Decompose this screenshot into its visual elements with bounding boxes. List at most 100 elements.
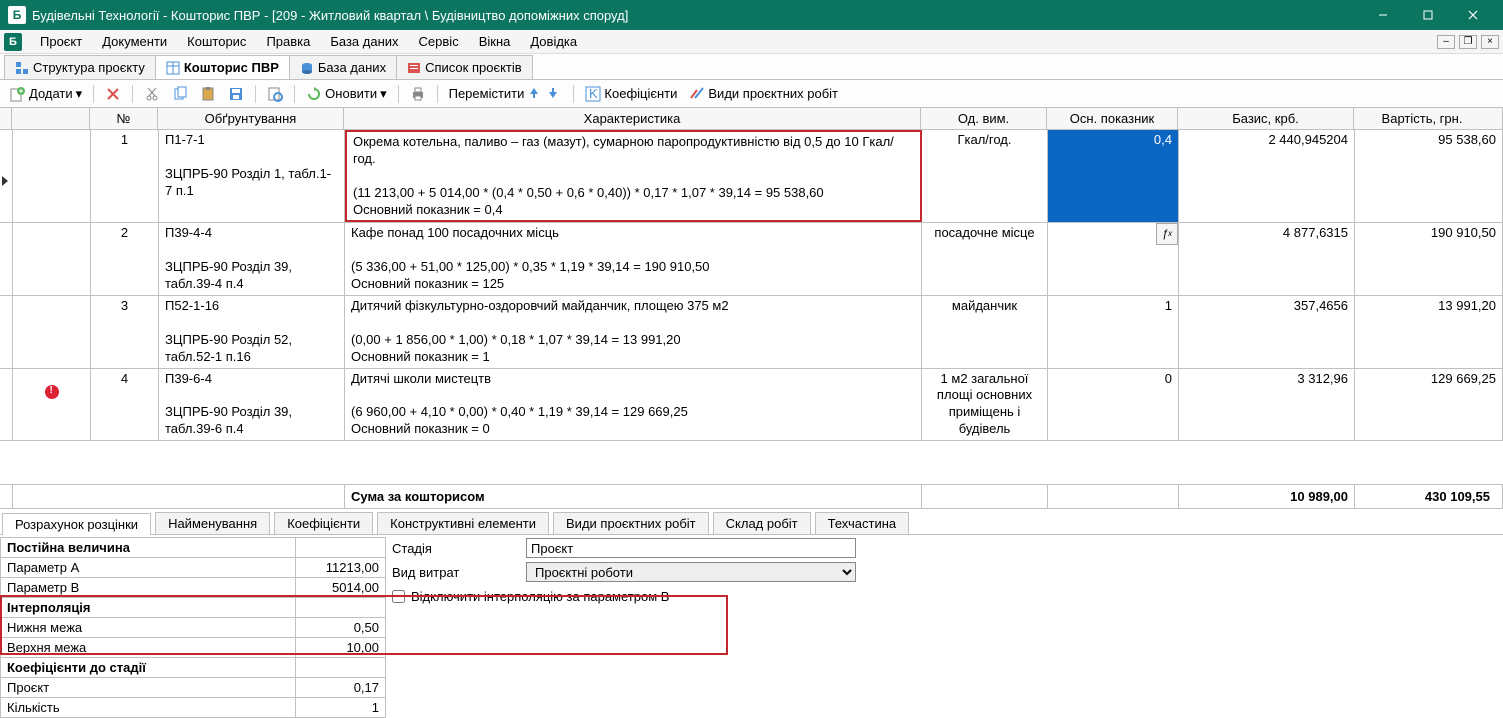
- paramB-value[interactable]: 5014,00: [296, 578, 386, 598]
- app-menu-icon: Б: [4, 33, 22, 51]
- close-button[interactable]: [1450, 0, 1495, 30]
- cell-char: Дитячі школи мистецтв (6 960,00 + 4,10 *…: [345, 369, 922, 441]
- type-label: Вид витрат: [392, 565, 526, 580]
- document-tabs: Структура проєкту Кошторис ПВР База дани…: [0, 54, 1503, 80]
- menu-service[interactable]: Сервіс: [409, 31, 469, 53]
- coef-button[interactable]: K Коефіцієнти: [581, 83, 681, 105]
- cell-char: Дитячий фізкультурно-оздоровчий майданчи…: [345, 296, 922, 368]
- summary-label: Сума за кошторисом: [345, 485, 922, 508]
- menu-database[interactable]: База даних: [320, 31, 408, 53]
- cell-just: П52-1-16 ЗЦПРБ-90 Розділ 52, табл.52-1 п…: [159, 296, 345, 368]
- refresh-icon: [306, 86, 322, 102]
- move-label: Перемістити: [449, 86, 525, 101]
- tab-label: Кошторис ПВР: [184, 60, 279, 75]
- col-char[interactable]: Характеристика: [344, 108, 921, 129]
- print-button[interactable]: [406, 83, 430, 105]
- cell-osn-selected[interactable]: 0,4: [1048, 130, 1179, 222]
- dtab-coef[interactable]: Коефіцієнти: [274, 512, 373, 534]
- col-basis[interactable]: Базис, крб.: [1178, 108, 1354, 129]
- paramA-label: Параметр А: [1, 558, 296, 578]
- mdi-minimize[interactable]: –: [1437, 35, 1455, 49]
- qty-value[interactable]: 1: [296, 698, 386, 718]
- cell-char: Окрема котельна, паливо – газ (мазут), с…: [345, 130, 922, 222]
- table-row[interactable]: 2 П39-4-4 ЗЦПРБ-90 Розділ 39, табл.39-4 …: [0, 223, 1503, 296]
- type-select[interactable]: Проєктні роботи: [526, 562, 856, 582]
- tab-structure[interactable]: Структура проєкту: [4, 55, 156, 79]
- fx-button[interactable]: ƒx: [1156, 223, 1178, 245]
- toolbar: Додати ▾ Оновити ▾ Перемістити K Коефіці…: [0, 80, 1503, 108]
- save-button[interactable]: [224, 83, 248, 105]
- add-label: Додати: [29, 86, 73, 101]
- paste-button[interactable]: [196, 83, 220, 105]
- title-bar: Б Будівельні Технології - Кошторис ПВР -…: [0, 0, 1503, 30]
- cell-no: 3: [91, 296, 159, 368]
- table-row[interactable]: 4 П39-6-4 ЗЦПРБ-90 Розділ 39, табл.39-6 …: [0, 369, 1503, 442]
- menu-estimate[interactable]: Кошторис: [177, 31, 256, 53]
- cell-basis: 4 877,6315: [1179, 223, 1355, 295]
- cut-button[interactable]: [140, 83, 164, 105]
- minimize-button[interactable]: [1360, 0, 1405, 30]
- disable-interp-label: Відключити інтерполяцію за параметром В: [411, 589, 669, 604]
- add-button[interactable]: Додати ▾: [6, 83, 86, 105]
- dtab-constr[interactable]: Конструктивні елементи: [377, 512, 549, 534]
- proj-label: Проєкт: [1, 678, 296, 698]
- types-button[interactable]: Види проєктних робіт: [685, 83, 842, 105]
- tab-projects[interactable]: Список проєктів: [396, 55, 533, 79]
- tab-estimate[interactable]: Кошторис ПВР: [155, 55, 290, 79]
- tab-database[interactable]: База даних: [289, 55, 397, 79]
- summary-basis: 10 989,00: [1179, 485, 1355, 508]
- low-label: Нижня межа: [1, 618, 296, 638]
- dtab-calc[interactable]: Розрахунок розцінки: [2, 513, 151, 535]
- cell-osn[interactable]: ƒx: [1048, 223, 1179, 295]
- menu-help[interactable]: Довідка: [520, 31, 587, 53]
- menu-edit[interactable]: Правка: [256, 31, 320, 53]
- proj-value[interactable]: 0,17: [296, 678, 386, 698]
- high-value[interactable]: 10,00: [296, 638, 386, 658]
- arrow-down-icon: [546, 86, 562, 102]
- copy-button[interactable]: [168, 83, 192, 105]
- low-value[interactable]: 0,50: [296, 618, 386, 638]
- table-row[interactable]: 1 П1-7-1 ЗЦПРБ-90 Розділ 1, табл.1-7 п.1…: [0, 130, 1503, 223]
- table-spacer: [0, 441, 1503, 485]
- dtab-name[interactable]: Найменування: [155, 512, 270, 534]
- menu-windows[interactable]: Вікна: [469, 31, 521, 53]
- mdi-restore[interactable]: ❐: [1459, 35, 1477, 49]
- coef-icon: K: [585, 86, 601, 102]
- move-button[interactable]: Перемістити: [445, 83, 567, 105]
- cut-icon: [144, 86, 160, 102]
- stage-input[interactable]: [526, 538, 856, 558]
- cell-char: Кафе понад 100 посадочних місць (5 336,0…: [345, 223, 922, 295]
- menu-documents[interactable]: Документи: [92, 31, 177, 53]
- print-icon: [410, 86, 426, 102]
- delete-button[interactable]: [101, 83, 125, 105]
- table-body: 1 П1-7-1 ЗЦПРБ-90 Розділ 1, табл.1-7 п.1…: [0, 130, 1503, 441]
- menu-project[interactable]: Проєкт: [30, 31, 92, 53]
- paramB-label: Параметр B: [1, 578, 296, 598]
- paramA-value[interactable]: 11213,00: [296, 558, 386, 578]
- dtab-tech[interactable]: Техчастина: [815, 512, 910, 534]
- col-osn[interactable]: Осн. показник: [1047, 108, 1178, 129]
- col-unit[interactable]: Од. вим.: [921, 108, 1047, 129]
- mdi-close[interactable]: ×: [1481, 35, 1499, 49]
- disable-interp-checkbox[interactable]: [392, 590, 405, 603]
- preview-icon: [267, 86, 283, 102]
- cell-osn[interactable]: 1: [1048, 296, 1179, 368]
- dtab-types[interactable]: Види проєктних робіт: [553, 512, 709, 534]
- cell-unit: посадочне місце: [922, 223, 1048, 295]
- cell-osn[interactable]: 0: [1048, 369, 1179, 441]
- col-cost[interactable]: Вартість, грн.: [1354, 108, 1503, 129]
- preview-button[interactable]: [263, 83, 287, 105]
- table-header: № Обґрунтування Характеристика Од. вим. …: [0, 108, 1503, 130]
- table-row[interactable]: 3 П52-1-16 ЗЦПРБ-90 Розділ 52, табл.52-1…: [0, 296, 1503, 369]
- database-icon: [300, 61, 314, 75]
- col-no[interactable]: №: [90, 108, 158, 129]
- refresh-button[interactable]: Оновити ▾: [302, 83, 390, 105]
- cell-cost: 13 991,20: [1355, 296, 1503, 368]
- warning-icon: [45, 385, 59, 399]
- maximize-button[interactable]: [1405, 0, 1450, 30]
- cell-basis: 2 440,945204: [1179, 130, 1355, 222]
- cell-no: 1: [91, 130, 159, 222]
- col-just[interactable]: Обґрунтування: [158, 108, 344, 129]
- main-table: № Обґрунтування Характеристика Од. вим. …: [0, 108, 1503, 441]
- dtab-parts[interactable]: Склад робіт: [713, 512, 811, 534]
